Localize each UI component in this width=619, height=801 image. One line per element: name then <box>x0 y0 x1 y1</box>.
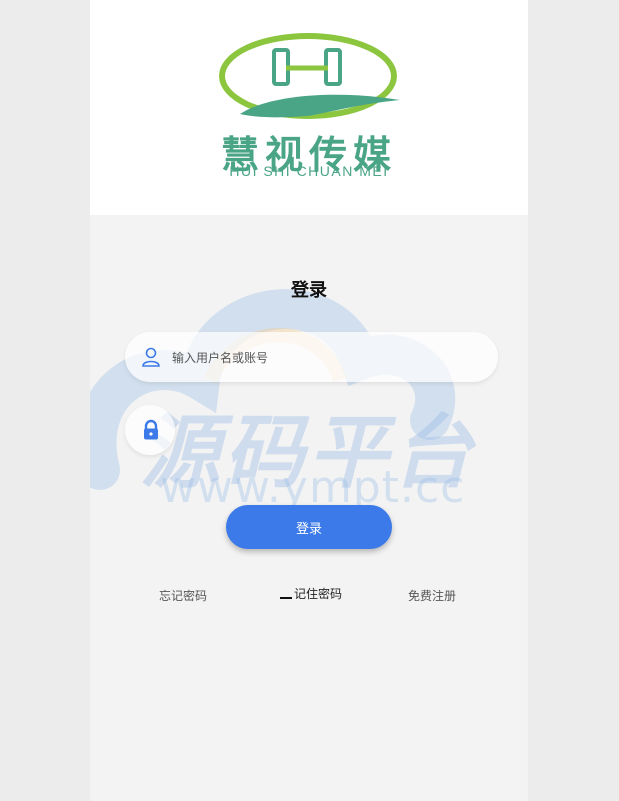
remember-password-toggle[interactable]: 记住密码 <box>280 585 342 602</box>
login-button[interactable]: 登录 <box>226 505 392 549</box>
remember-checkbox[interactable] <box>280 597 292 599</box>
user-icon <box>142 347 160 367</box>
brand-name-en: HUI SHI CHUAN MEI <box>229 163 389 179</box>
header: 慧视传媒 HUI SHI CHUAN MEI <box>90 0 528 215</box>
username-input[interactable] <box>170 345 474 371</box>
login-screen: 慧视传媒 HUI SHI CHUAN MEI 源码平台 www.ympt.cc … <box>90 0 528 801</box>
username-field[interactable] <box>125 332 498 382</box>
page-title: 登录 <box>291 280 327 301</box>
forgot-password-link[interactable]: 忘记密码 <box>159 587 207 604</box>
remember-password-label: 记住密码 <box>294 587 343 601</box>
register-link[interactable]: 免费注册 <box>408 587 456 604</box>
password-field[interactable] <box>125 405 175 455</box>
lock-icon <box>144 419 158 440</box>
